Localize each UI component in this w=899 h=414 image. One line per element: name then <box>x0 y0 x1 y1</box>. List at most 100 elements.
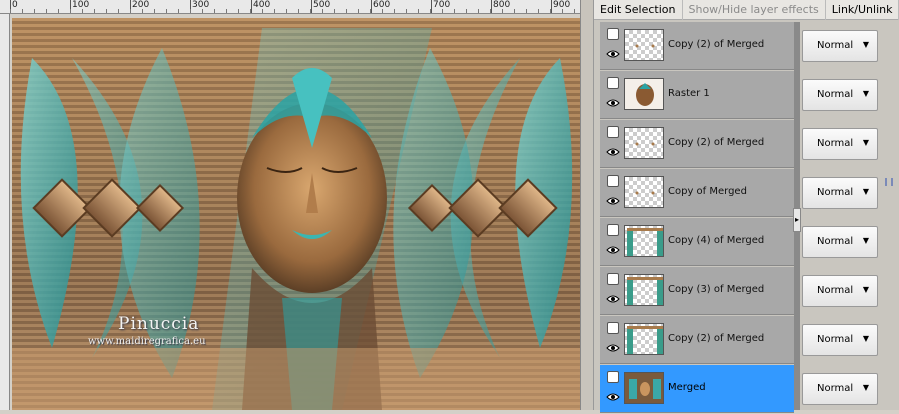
layer-link-checkbox[interactable] <box>607 273 619 285</box>
artwork-image[interactable]: Pinuccia www.maidiregrafica.eu <box>12 18 580 410</box>
layer-link-checkbox[interactable] <box>607 175 619 187</box>
layer-link-checkbox[interactable] <box>607 77 619 89</box>
dropdown-arrow-icon: ▼ <box>862 187 869 196</box>
ruler-label: 600 <box>373 0 391 10</box>
layer-row[interactable]: Copy (2) of Merged Normal ▼ <box>594 22 899 71</box>
layer-row-body[interactable]: Copy (2) of Merged <box>600 22 794 70</box>
visibility-eye-icon[interactable] <box>606 343 620 353</box>
blend-mode-dropdown[interactable]: Normal ▼ <box>802 30 878 62</box>
layer-thumbnail[interactable] <box>624 372 664 404</box>
ruler-minor-tick <box>502 9 503 13</box>
visibility-eye-icon[interactable] <box>606 98 620 108</box>
layer-name[interactable]: Raster 1 <box>668 88 710 99</box>
ruler-label: 100 <box>72 0 90 10</box>
layer-link-checkbox[interactable] <box>607 126 619 138</box>
layer-row[interactable]: Raster 1 Normal ▼ <box>594 71 899 120</box>
blend-mode-value: Normal <box>817 89 854 100</box>
ruler-minor-tick <box>118 9 119 13</box>
blend-mode-dropdown[interactable]: Normal ▼ <box>802 79 878 111</box>
blend-mode-dropdown[interactable]: Normal ▼ <box>802 226 878 258</box>
dropdown-arrow-icon: ▼ <box>862 138 869 147</box>
ruler-minor-tick <box>214 9 215 13</box>
layer-thumbnail[interactable] <box>624 29 664 61</box>
layer-thumbnail[interactable] <box>624 127 664 159</box>
layer-row-body[interactable]: Copy of Merged <box>600 169 794 217</box>
visibility-eye-icon[interactable] <box>606 147 620 157</box>
visibility-eye-icon[interactable] <box>606 392 620 402</box>
edit-selection-button[interactable]: Edit Selection <box>594 0 683 20</box>
frame-thumb-art <box>627 326 663 354</box>
blend-mode-dropdown[interactable]: Normal ▼ <box>802 177 878 209</box>
ruler-minor-tick <box>526 9 527 13</box>
blend-mode-dropdown[interactable]: Normal ▼ <box>802 324 878 356</box>
ruler-minor-tick <box>166 9 167 13</box>
artwork-graphic <box>12 18 580 410</box>
dropdown-arrow-icon: ▼ <box>862 383 869 392</box>
ruler-minor-tick <box>142 9 143 13</box>
layer-name[interactable]: Merged <box>668 382 706 393</box>
ruler-minor-tick <box>442 9 443 13</box>
ruler-label: 300 <box>192 0 210 10</box>
ruler-minor-tick <box>310 9 311 13</box>
layer-row[interactable]: Merged Normal ▼ <box>594 365 899 414</box>
layer-row-body[interactable]: Copy (2) of Merged <box>600 316 794 364</box>
blend-mode-value: Normal <box>817 40 854 51</box>
ruler-minor-tick <box>550 9 551 13</box>
ruler-minor-tick <box>538 9 539 13</box>
layer-row-body[interactable]: Copy (2) of Merged <box>600 120 794 168</box>
diamond-group-left <box>32 178 185 238</box>
canvas-area[interactable]: Pinuccia www.maidiregrafica.eu <box>10 14 580 410</box>
layer-row-body[interactable]: Merged <box>600 365 794 413</box>
layer-name[interactable]: Copy (4) of Merged <box>668 235 764 246</box>
layer-link-checkbox[interactable] <box>607 371 619 383</box>
ruler-minor-tick <box>154 9 155 13</box>
ruler-minor-tick <box>370 9 371 13</box>
layer-name[interactable]: Copy (2) of Merged <box>668 137 764 148</box>
layer-name[interactable]: Copy (2) of Merged <box>668 333 764 344</box>
blend-mode-value: Normal <box>817 334 854 345</box>
layer-row[interactable]: Copy (3) of Merged Normal ▼ <box>594 267 899 316</box>
layer-thumbnail[interactable] <box>624 176 664 208</box>
layer-name[interactable]: Copy (3) of Merged <box>668 284 764 295</box>
layer-row-body[interactable]: Copy (4) of Merged <box>600 218 794 266</box>
visibility-eye-icon[interactable] <box>606 196 620 206</box>
ruler-minor-tick <box>22 9 23 13</box>
visibility-eye-icon[interactable] <box>606 245 620 255</box>
blend-mode-dropdown[interactable]: Normal ▼ <box>802 275 878 307</box>
diamond-group-right <box>407 178 558 238</box>
merged-thumb-art <box>625 373 663 403</box>
dots-thumb-art <box>635 191 655 195</box>
blend-mode-dropdown[interactable]: Normal ▼ <box>802 373 878 405</box>
layer-name[interactable]: Copy (2) of Merged <box>668 39 764 50</box>
layer-row-body[interactable]: Raster 1 <box>600 71 794 119</box>
dropdown-arrow-icon: ▼ <box>862 40 869 49</box>
layer-row[interactable]: Copy (2) of Merged Normal ▼ <box>594 316 899 365</box>
layer-link-checkbox[interactable] <box>607 224 619 236</box>
link-unlink-button[interactable]: Link/Unlink <box>826 0 899 20</box>
ruler-label: 900 <box>553 0 571 10</box>
visibility-eye-icon[interactable] <box>606 49 620 59</box>
visibility-eye-icon[interactable] <box>606 294 620 304</box>
collapse-grip-icon[interactable]: ▸ <box>793 208 801 232</box>
layer-thumbnail[interactable] <box>624 225 664 257</box>
layer-link-checkbox[interactable] <box>607 322 619 334</box>
layer-row[interactable]: Copy (2) of Merged Normal ▼ <box>594 120 899 169</box>
layer-name[interactable]: Copy of Merged <box>668 186 747 197</box>
ruler-minor-tick <box>478 9 479 13</box>
layer-row-body[interactable]: Copy (3) of Merged <box>600 267 794 315</box>
side-handle-icon[interactable] <box>885 178 893 186</box>
ruler-minor-tick <box>34 9 35 13</box>
layer-thumbnail[interactable] <box>624 274 664 306</box>
layer-row[interactable]: Copy of Merged Normal ▼ <box>594 169 899 218</box>
layer-link-checkbox[interactable] <box>607 28 619 40</box>
ruler-minor-tick <box>262 9 263 13</box>
panel-divider[interactable] <box>580 0 594 410</box>
layer-thumbnail[interactable] <box>624 78 664 110</box>
dropdown-arrow-icon: ▼ <box>862 89 869 98</box>
blend-mode-dropdown[interactable]: Normal ▼ <box>802 128 878 160</box>
layer-row[interactable]: Copy (4) of Merged Normal ▼ <box>594 218 899 267</box>
layer-thumbnail[interactable] <box>624 323 664 355</box>
show-hide-effects-button[interactable]: Show/Hide layer effects <box>683 0 826 20</box>
dots-thumb-art <box>635 44 655 48</box>
blend-mode-value: Normal <box>817 187 854 198</box>
